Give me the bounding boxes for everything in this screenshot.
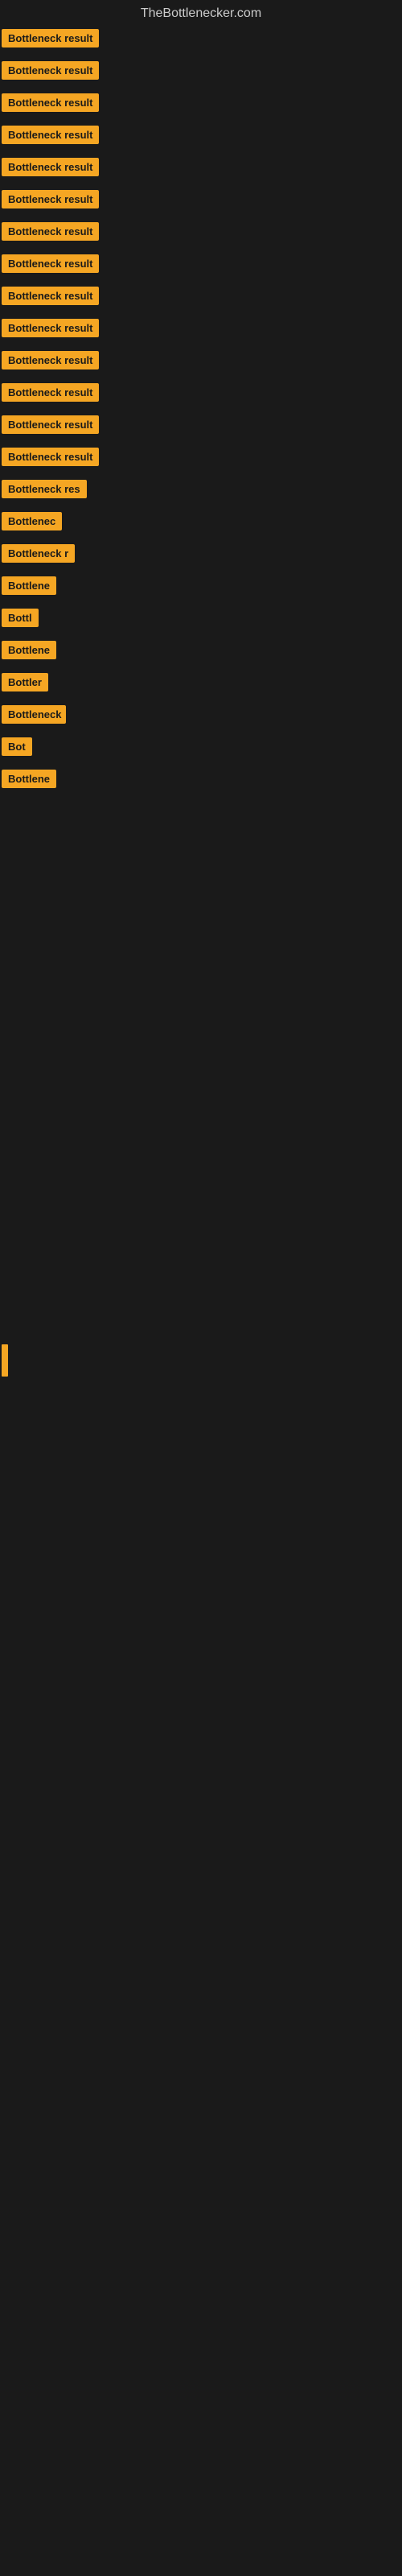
- bottleneck-badge-14[interactable]: Bottleneck result: [2, 448, 99, 466]
- bottleneck-row-8: Bottleneck result: [0, 250, 402, 282]
- bottleneck-row-17: Bottleneck r: [0, 539, 402, 572]
- bottleneck-row-5: Bottleneck result: [0, 153, 402, 185]
- bottleneck-badge-3[interactable]: Bottleneck result: [2, 93, 99, 112]
- bottleneck-row-20: Bottlene: [0, 636, 402, 668]
- bottleneck-badge-8[interactable]: Bottleneck result: [2, 254, 99, 273]
- bottleneck-row-6: Bottleneck result: [0, 185, 402, 217]
- bottleneck-badge-4[interactable]: Bottleneck result: [2, 126, 99, 144]
- bottleneck-badge-6[interactable]: Bottleneck result: [2, 190, 99, 208]
- bottleneck-row-10: Bottleneck result: [0, 314, 402, 346]
- bottleneck-badge-17[interactable]: Bottleneck r: [2, 544, 75, 563]
- bottom-section: [0, 1022, 402, 1505]
- bottleneck-badge-12[interactable]: Bottleneck result: [2, 383, 99, 402]
- bottleneck-badge-16[interactable]: Bottlenec: [2, 512, 62, 530]
- bottleneck-row-1: Bottleneck result: [0, 24, 402, 56]
- bottleneck-row-16: Bottlenec: [0, 507, 402, 539]
- bottleneck-row-24: Bottlene: [0, 765, 402, 797]
- bottleneck-badge-19[interactable]: Bottl: [2, 609, 39, 627]
- bottleneck-row-13: Bottleneck result: [0, 411, 402, 443]
- bottleneck-row-18: Bottlene: [0, 572, 402, 604]
- bottleneck-badge-11[interactable]: Bottleneck result: [2, 351, 99, 369]
- bottleneck-row-4: Bottleneck result: [0, 121, 402, 153]
- bottleneck-row-11: Bottleneck result: [0, 346, 402, 378]
- bottleneck-badge-9[interactable]: Bottleneck result: [2, 287, 99, 305]
- site-title: TheBottlenecker.com: [0, 0, 402, 24]
- bottleneck-row-21: Bottler: [0, 668, 402, 700]
- bottleneck-badge-21[interactable]: Bottler: [2, 673, 48, 691]
- bottleneck-badge-24[interactable]: Bottlene: [2, 770, 56, 788]
- bottleneck-badge-22[interactable]: Bottleneck: [2, 705, 66, 724]
- bottleneck-row-23: Bot: [0, 733, 402, 765]
- bottleneck-badge-13[interactable]: Bottleneck result: [2, 415, 99, 434]
- bottleneck-row-12: Bottleneck result: [0, 378, 402, 411]
- bottleneck-badge-2[interactable]: Bottleneck result: [2, 61, 99, 80]
- bottleneck-badge-1[interactable]: Bottleneck result: [2, 29, 99, 47]
- bottleneck-badge-18[interactable]: Bottlene: [2, 576, 56, 595]
- bottleneck-row-19: Bottl: [0, 604, 402, 636]
- bottleneck-row-22: Bottleneck: [0, 700, 402, 733]
- bottleneck-list: Bottleneck result Bottleneck result Bottle…: [0, 24, 402, 797]
- bottleneck-row-9: Bottleneck result: [0, 282, 402, 314]
- bottleneck-row-2: Bottleneck result: [0, 56, 402, 89]
- bottleneck-badge-7[interactable]: Bottleneck result: [2, 222, 99, 241]
- bottleneck-row-14: Bottleneck result: [0, 443, 402, 475]
- bottleneck-badge-10[interactable]: Bottleneck result: [2, 319, 99, 337]
- bottleneck-badge-20[interactable]: Bottlene: [2, 641, 56, 659]
- bottleneck-row-7: Bottleneck result: [0, 217, 402, 250]
- bottleneck-badge-5[interactable]: Bottleneck result: [2, 158, 99, 176]
- bottleneck-row-15: Bottleneck res: [0, 475, 402, 507]
- bottleneck-badge-15[interactable]: Bottleneck res: [2, 480, 87, 498]
- bottleneck-row-3: Bottleneck result: [0, 89, 402, 121]
- bottom-indicator: [2, 1344, 8, 1377]
- bottleneck-badge-23[interactable]: Bot: [2, 737, 32, 756]
